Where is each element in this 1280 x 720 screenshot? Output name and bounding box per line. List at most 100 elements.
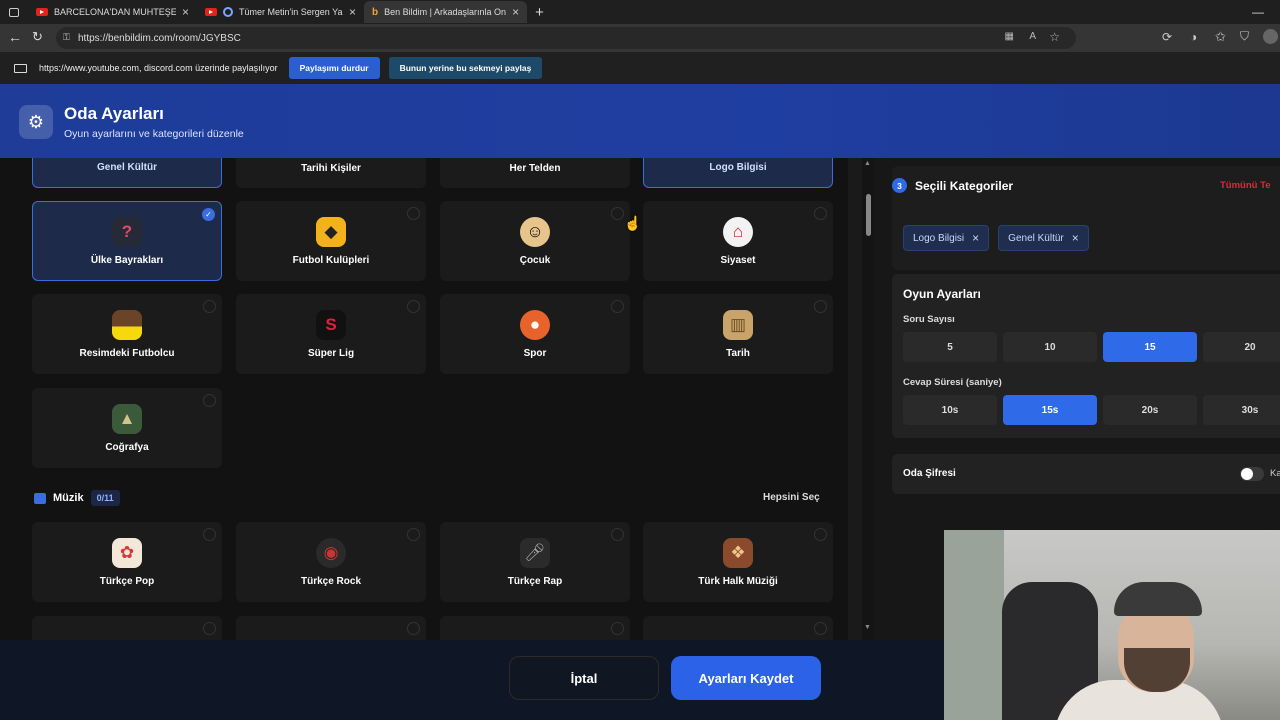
category-label: Türkçe Rap: [507, 575, 563, 587]
profile-avatar[interactable]: [1263, 29, 1278, 44]
child-icon: ☺: [520, 216, 550, 247]
tab-title: BARCELONA'DAN MUHTEŞEM GÜ: [54, 7, 176, 17]
app-icon[interactable]: ▦: [1005, 31, 1014, 42]
url-field[interactable]: ⚿ https://benbildim.com/room/JGYBSC ▦ A …: [56, 27, 1076, 49]
stop-sharing-button[interactable]: Paylaşımı durdur: [288, 57, 380, 79]
category-label: Spor: [523, 347, 547, 359]
category-label: Türkçe Pop: [99, 575, 155, 587]
category-card-turkce-rap[interactable]: 🎤︎ Türkçe Rap: [440, 522, 630, 602]
scroll-down-icon[interactable]: ▼: [864, 624, 871, 631]
category-card-cocuk[interactable]: ☺ Çocuk: [440, 201, 630, 281]
webcam-background: [944, 530, 1004, 720]
room-password-toggle[interactable]: [1240, 467, 1264, 481]
youtube-icon: [205, 8, 218, 16]
answer-time-option-10s[interactable]: 10s: [903, 395, 997, 425]
category-label: Çocuk: [519, 254, 551, 266]
refresh-icon[interactable]: ↻: [32, 29, 43, 45]
category-card-spor[interactable]: ● Spor: [440, 294, 630, 374]
minimize-window-icon[interactable]: —: [1252, 5, 1264, 19]
category-label: Türk Halk Müziği: [698, 575, 778, 587]
browser-tab-active[interactable]: b Ben Bildim | Arkadaşlarınla Online ×: [364, 1, 528, 23]
category-label: Futbol Kulüpleri: [292, 254, 370, 266]
category-card-cografya[interactable]: ▲ Coğrafya: [32, 388, 222, 468]
close-tab-icon[interactable]: ×: [182, 5, 189, 19]
scrollbar[interactable]: ▲ ▼: [862, 158, 874, 640]
category-card-ulke-bayraklari[interactable]: ✓ ? Ülke Bayrakları: [32, 201, 222, 281]
radio-icon: [814, 528, 827, 541]
category-card-siyaset[interactable]: ⌂ Siyaset: [643, 201, 833, 281]
read-aloud-icon[interactable]: A: [1029, 31, 1036, 42]
remove-chip-icon[interactable]: ×: [972, 231, 979, 245]
category-card-turkce-pop[interactable]: ✿ Türkçe Pop: [32, 522, 222, 602]
selected-chips: Logo Bilgisi × Genel Kültür ×: [903, 225, 1089, 251]
category-card[interactable]: [236, 616, 426, 640]
scrollbar-thumb[interactable]: [866, 194, 871, 236]
answer-time-option-30s[interactable]: 30s: [1203, 395, 1280, 425]
category-card-tarih[interactable]: ▥ Tarih: [643, 294, 833, 374]
save-settings-button[interactable]: Ayarları Kaydet: [671, 656, 821, 700]
category-card-resimdeki-futbolcu[interactable]: Resimdeki Futbolcu: [32, 294, 222, 374]
category-card-her-telden[interactable]: Her Telden: [440, 158, 630, 188]
category-card-futbol-kulupleri[interactable]: ◆ Futbol Kulüpleri: [236, 201, 426, 281]
category-card-logo-bilgisi[interactable]: Logo Bilgisi: [643, 158, 833, 188]
building-icon: [34, 492, 46, 504]
answer-time-option-20s[interactable]: 20s: [1103, 395, 1197, 425]
select-all-button[interactable]: Hepsini Seç: [763, 492, 820, 503]
close-tab-icon[interactable]: ×: [512, 5, 519, 19]
remove-chip-icon[interactable]: ×: [1072, 231, 1079, 245]
tab-actions-icon[interactable]: [0, 7, 28, 17]
radio-icon: [814, 622, 827, 635]
check-icon: ✓: [202, 208, 215, 221]
favorite-star-icon[interactable]: ☆: [1049, 30, 1060, 44]
close-tab-icon[interactable]: ×: [349, 5, 356, 19]
room-password-panel: Oda Şifresi Ka: [892, 454, 1280, 494]
radio-icon: [611, 207, 624, 220]
selected-chip: Genel Kültür ×: [998, 225, 1089, 251]
radio-icon: [407, 300, 420, 313]
category-label: Resimdeki Futbolcu: [79, 347, 175, 359]
back-icon[interactable]: ←: [8, 29, 22, 45]
gear-icon: ⚙: [19, 105, 53, 139]
category-card-tarihi-kisiler[interactable]: Tarihi Kişiler: [236, 158, 426, 188]
new-tab-icon[interactable]: +: [535, 4, 544, 21]
radio-icon: [203, 394, 216, 407]
clear-all-link[interactable]: Tümünü Te: [1220, 180, 1270, 191]
webcam-overlay: [944, 530, 1280, 720]
sharing-indicator-icon: [223, 7, 234, 17]
category-card-super-lig[interactable]: S Süper Lig: [236, 294, 426, 374]
radio-icon: [407, 528, 420, 541]
cancel-button[interactable]: İptal: [509, 656, 659, 700]
shield-icon[interactable]: ⛉: [1240, 29, 1249, 44]
category-card-turkce-rock[interactable]: ◉ Türkçe Rock: [236, 522, 426, 602]
question-count-option-15[interactable]: 15: [1103, 332, 1197, 362]
category-card-turk-halk-muzigi[interactable]: ❖ Türk Halk Müziği: [643, 522, 833, 602]
mountain-icon: ▲: [112, 403, 142, 434]
radio-icon: [203, 622, 216, 635]
section-count-badge: 0/11: [90, 490, 120, 506]
toggle-label: Ka: [1270, 468, 1280, 479]
question-count-option-5[interactable]: 5: [903, 332, 997, 362]
colosseum-icon: ▥: [723, 309, 753, 340]
question-count-option-20[interactable]: 20: [1203, 332, 1280, 362]
category-card-genel-kultur[interactable]: Genel Kültür: [32, 158, 222, 188]
category-label: Coğrafya: [105, 441, 149, 453]
answer-time-option-15s[interactable]: 15s: [1003, 395, 1097, 425]
browser-essentials-icon[interactable]: ◑: [1190, 30, 1197, 44]
radio-icon: [407, 622, 420, 635]
category-card[interactable]: [643, 616, 833, 640]
site-info-icon[interactable]: ⚿: [63, 32, 70, 43]
scroll-up-icon[interactable]: ▲: [864, 160, 871, 167]
browser-tab[interactable]: BARCELONA'DAN MUHTEŞEM GÜ ×: [28, 1, 197, 23]
section-title: Seçili Kategoriler: [915, 178, 1014, 193]
category-card[interactable]: [440, 616, 630, 640]
extensions-icon[interactable]: ⟳: [1162, 30, 1172, 44]
favorites-icon[interactable]: ✩: [1215, 29, 1226, 45]
share-this-tab-button[interactable]: Bunun yerine bu sekmeyi paylaş: [388, 57, 543, 79]
question-count-option-10[interactable]: 10: [1003, 332, 1097, 362]
category-label: Ülke Bayrakları: [90, 254, 164, 266]
browser-tab[interactable]: Tümer Metin'in Sergen Yalçı ×: [197, 1, 364, 23]
radio-icon: [407, 207, 420, 220]
screen-share-icon: [14, 63, 27, 73]
category-label: Türkçe Rock: [300, 575, 362, 587]
category-card[interactable]: [32, 616, 222, 640]
